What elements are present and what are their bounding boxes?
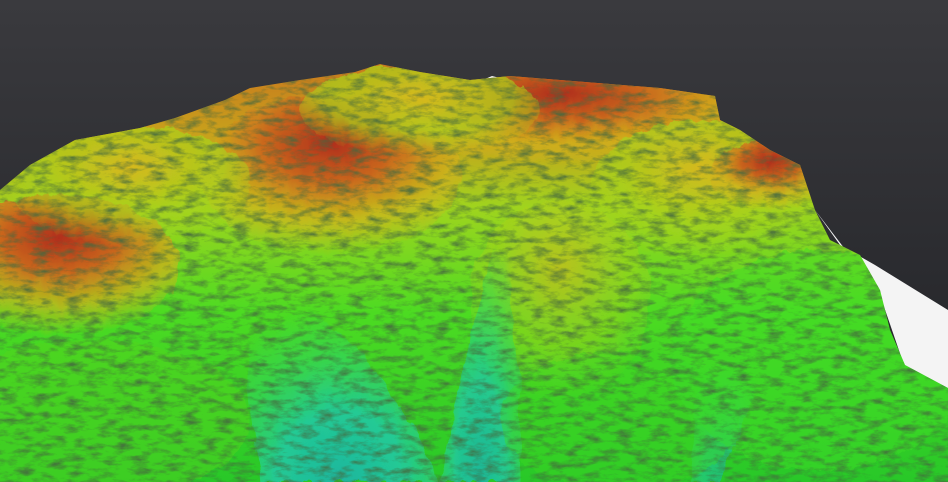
terrain-scene [0, 0, 948, 482]
terrain-viewport [0, 0, 948, 482]
